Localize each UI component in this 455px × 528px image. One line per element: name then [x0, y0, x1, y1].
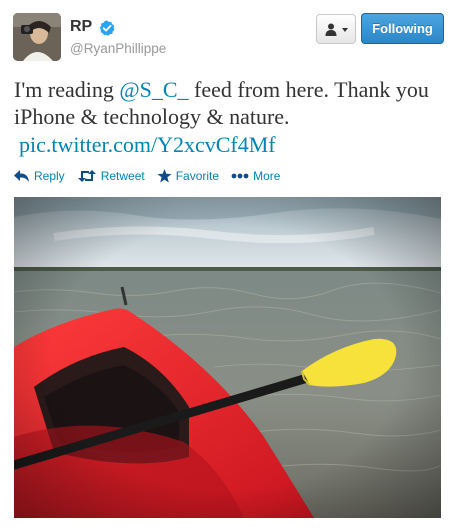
verified-badge-icon	[99, 20, 115, 36]
tweet-text: I'm reading @S_C_ feed from here. Thank …	[14, 76, 444, 158]
avatar[interactable]	[13, 13, 61, 61]
pic-link[interactable]: pic.twitter.com/Y2xcvCf4Mf	[14, 131, 276, 158]
kayak-photo-image	[14, 197, 441, 518]
favorite-action[interactable]: Favorite	[157, 169, 219, 183]
user-icon	[325, 23, 336, 36]
star-icon	[157, 169, 172, 183]
reply-action[interactable]: Reply	[14, 169, 65, 183]
retweet-action[interactable]: Retweet	[77, 169, 145, 183]
more-dots-icon	[231, 173, 249, 179]
more-action[interactable]: More	[231, 169, 280, 183]
more-label: More	[253, 169, 281, 183]
following-button[interactable]: Following	[361, 13, 444, 44]
display-name[interactable]: RP	[70, 18, 92, 36]
tweet-card: RP @RyanPhillippe Following I'm reading …	[0, 0, 455, 528]
tweet-photo[interactable]	[14, 197, 441, 518]
reply-icon	[14, 170, 29, 182]
tweet-actions: Reply Retweet Favorite More	[14, 167, 292, 185]
retweet-icon	[77, 170, 96, 182]
chevron-down-icon	[341, 28, 348, 32]
retweet-label: Retweet	[100, 169, 145, 183]
tweet-text-start: I'm reading	[14, 77, 120, 102]
mention-link[interactable]: @S_C_	[119, 77, 188, 102]
screen-name[interactable]: @RyanPhillippe	[70, 41, 166, 56]
reply-label: Reply	[34, 169, 65, 183]
user-actions-button[interactable]	[316, 14, 356, 44]
favorite-label: Favorite	[175, 169, 220, 183]
